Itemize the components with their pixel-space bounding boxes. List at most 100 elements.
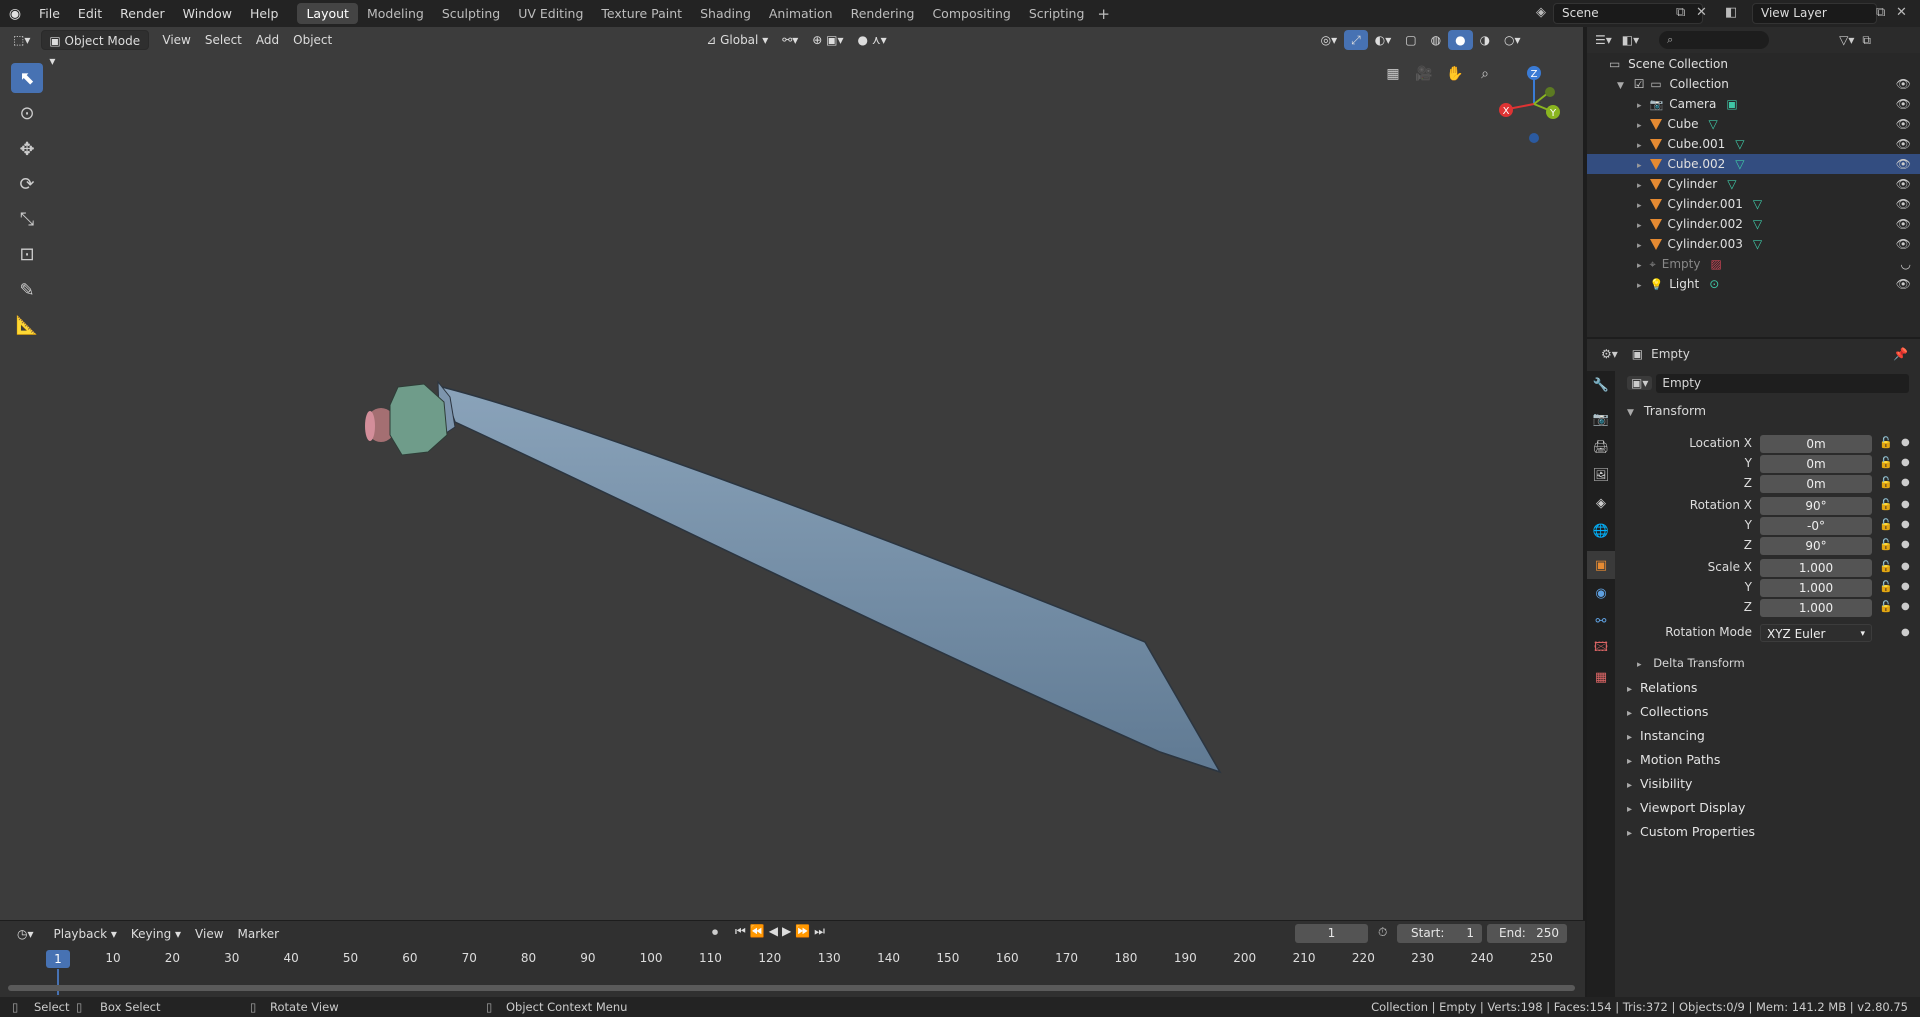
menu-keying[interactable]: Keying ▾	[124, 924, 188, 944]
menu-add[interactable]: Add	[249, 30, 286, 50]
outliner-item[interactable]: ▸ Cube.001 ▽ 👁	[1587, 134, 1920, 154]
keyframe-dot[interactable]: ●	[1901, 519, 1910, 530]
start-frame-field[interactable]: Start: 1	[1397, 924, 1482, 943]
tab-layout[interactable]: Layout	[297, 3, 358, 24]
annotate-tool-icon[interactable]: ✎	[11, 275, 43, 305]
collection-row[interactable]: ▼ ☑ ▭ Collection 👁	[1587, 74, 1920, 94]
playback-controls-icon[interactable]: ⏮⏪◀▶⏩⏭	[735, 924, 829, 939]
pivot-icon[interactable]: ⚯▾	[775, 30, 805, 50]
tab-shading[interactable]: Shading	[691, 3, 760, 24]
view-layer-field[interactable]: View Layer	[1752, 3, 1877, 24]
lock-icon[interactable]: 🔓	[1879, 436, 1893, 449]
expand-icon[interactable]: ▸	[1637, 261, 1642, 271]
panel-custom-properties[interactable]: Custom Properties	[1627, 824, 1755, 839]
keyframe-dot[interactable]: ●	[1901, 627, 1910, 638]
outliner-item[interactable]: ▸ Cylinder.002 ▽ 👁	[1587, 214, 1920, 234]
scale-x-field[interactable]: 1.000	[1760, 559, 1872, 577]
timeline-scrollbar[interactable]	[8, 985, 1575, 991]
mesh-data-icon[interactable]: ▽	[1753, 237, 1762, 251]
menu-object[interactable]: Object	[286, 30, 339, 50]
panel-relations[interactable]: Relations	[1627, 680, 1697, 695]
measure-tool-icon[interactable]: 📐	[11, 310, 43, 340]
expand-icon[interactable]: ▸	[1637, 241, 1642, 251]
expand-icon[interactable]: ▸	[1637, 181, 1642, 191]
new-collection-icon[interactable]: ⧉	[1862, 33, 1871, 48]
mesh-data-icon[interactable]: ▽	[1709, 117, 1718, 131]
scene-selector-icon[interactable]: ◈	[1536, 5, 1546, 20]
rotation-x-field[interactable]: 90°	[1760, 497, 1872, 515]
lock-icon[interactable]: 🔓	[1879, 560, 1893, 573]
outliner-search-input[interactable]: ⌕	[1659, 31, 1770, 49]
editor-type-icon[interactable]: ⬚▾	[6, 30, 37, 50]
empty-data-icon[interactable]: ▨	[1710, 257, 1721, 271]
panel-visibility[interactable]: Visibility	[1627, 776, 1692, 791]
rotation-y-field[interactable]: -0°	[1760, 517, 1872, 535]
proportional-edit-icon[interactable]: ● ⋏▾	[851, 30, 894, 50]
keyframe-dot[interactable]: ●	[1901, 581, 1910, 592]
gizmo-toggle-icon[interactable]: ⤢	[1344, 29, 1368, 50]
tab-rendering[interactable]: Rendering	[842, 3, 924, 24]
expand-icon[interactable]: ▸	[1637, 201, 1642, 211]
visibility-eye-icon[interactable]: 👁	[1896, 94, 1911, 114]
visibility-eye-icon[interactable]: 👁	[1896, 194, 1911, 214]
keyframe-dot[interactable]: ●	[1901, 601, 1910, 612]
filter-icon[interactable]: ▽▾	[1839, 33, 1854, 47]
rotation-z-field[interactable]: 90°	[1760, 537, 1872, 555]
tab-animation[interactable]: Animation	[760, 3, 842, 24]
outliner-item[interactable]: ▸ ⌖ Empty ▨ ◡	[1587, 254, 1920, 274]
lock-icon[interactable]: 🔓	[1879, 518, 1893, 531]
expand-icon[interactable]: ▸	[1637, 281, 1642, 291]
lock-icon[interactable]: 🔓	[1879, 456, 1893, 469]
record-icon[interactable]: ⏺	[712, 925, 718, 940]
menu-help[interactable]: Help	[241, 0, 288, 27]
visibility-eye-icon[interactable]: 👁	[1896, 154, 1911, 174]
outliner-item[interactable]: ▸ Cylinder.001 ▽ 👁	[1587, 194, 1920, 214]
render-tab-icon[interactable]: 📷	[1587, 405, 1615, 433]
menu-edit[interactable]: Edit	[69, 0, 111, 27]
keyframe-dot[interactable]: ●	[1901, 437, 1910, 448]
tab-uv-editing[interactable]: UV Editing	[509, 3, 592, 24]
visibility-eye-icon[interactable]: 👁	[1896, 174, 1911, 194]
object-data-icon[interactable]: ▣▾	[1627, 376, 1653, 390]
lock-icon[interactable]: 🔓	[1879, 538, 1893, 551]
mesh-data-icon[interactable]: ▽	[1735, 157, 1744, 171]
rotate-tool-icon[interactable]: ⟳	[11, 169, 43, 199]
texture-tab-icon[interactable]: ▦	[1587, 663, 1615, 691]
mesh-data-icon[interactable]: ▽	[1753, 217, 1762, 231]
keyframe-dot[interactable]: ●	[1901, 499, 1910, 510]
menu-timeline-view[interactable]: View	[188, 924, 230, 944]
visibility-eye-icon[interactable]: 👁	[1896, 274, 1911, 294]
lock-icon[interactable]: 🔓	[1879, 580, 1893, 593]
orientation-dropdown[interactable]: ⊿ Global ▾	[699, 30, 775, 50]
menu-select[interactable]: Select	[198, 30, 249, 50]
visibility-eye-icon[interactable]: 👁	[1896, 114, 1911, 134]
outliner-item[interactable]: ▸ Cube ▽ 👁	[1587, 114, 1920, 134]
keyframe-dot[interactable]: ●	[1901, 539, 1910, 550]
rotation-mode-dropdown[interactable]: XYZ Euler ▾	[1760, 624, 1872, 642]
end-frame-field[interactable]: End: 250	[1487, 924, 1567, 943]
rendered-shading-icon[interactable]: ○▾	[1497, 30, 1528, 50]
visibility-eye-icon[interactable]: 👁	[1896, 134, 1911, 154]
tab-texture-paint[interactable]: Texture Paint	[592, 3, 691, 24]
tab-scripting[interactable]: Scripting	[1020, 3, 1094, 24]
timeline-editor-type-icon[interactable]: ◷▾	[10, 924, 41, 944]
outliner-item[interactable]: ▸ Cylinder.003 ▽ 👁	[1587, 234, 1920, 254]
panel-instancing[interactable]: Instancing	[1627, 728, 1705, 743]
lock-icon[interactable]: 🔓	[1879, 498, 1893, 511]
expand-icon[interactable]: ▸	[1637, 161, 1642, 171]
tab-sculpting[interactable]: Sculpting	[433, 3, 509, 24]
3d-viewport[interactable]: ⬚▾ ▣ Object Mode ▾ View Select Add Objec…	[0, 27, 1585, 920]
mesh-data-icon[interactable]: ▽	[1753, 197, 1762, 211]
light-data-icon[interactable]: ⊙	[1709, 277, 1719, 291]
snap-icon[interactable]: ⊕ ▣▾	[805, 30, 850, 50]
xray-icon[interactable]: ▢	[1398, 30, 1423, 50]
visibility-eye-icon[interactable]: 👁	[1896, 214, 1911, 234]
panel-collections[interactable]: Collections	[1627, 704, 1708, 719]
cursor-tool-icon[interactable]: ⊙	[11, 98, 43, 128]
blender-logo-icon[interactable]: ◉	[0, 0, 30, 27]
panel-motion-paths[interactable]: Motion Paths	[1627, 752, 1720, 767]
expand-icon[interactable]: ▸	[1637, 101, 1642, 111]
collection-checkbox[interactable]: ☑	[1634, 77, 1645, 91]
outliner-item[interactable]: ▸ 💡 Light ⊙ 👁	[1587, 274, 1920, 294]
lock-icon[interactable]: 🔓	[1879, 476, 1893, 489]
